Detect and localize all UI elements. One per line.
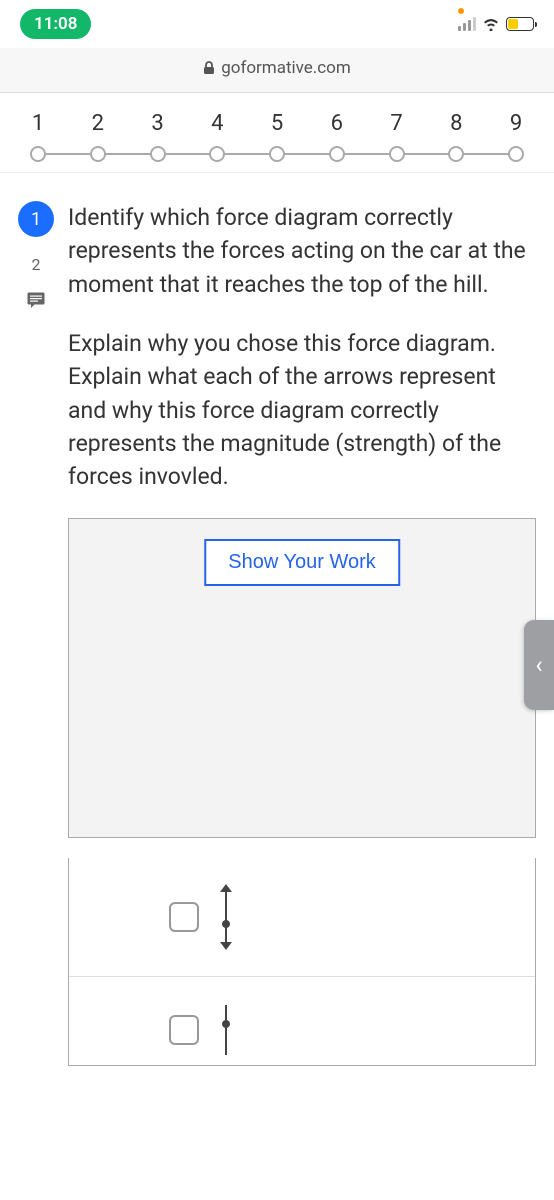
step-8[interactable]: 8 [448, 111, 464, 162]
battery-icon [506, 17, 534, 31]
step-num: 6 [331, 111, 343, 136]
status-right [458, 17, 534, 31]
step-5[interactable]: 5 [269, 111, 285, 162]
step-7[interactable]: 7 [389, 111, 405, 162]
step-num: 7 [390, 111, 402, 136]
comment-icon[interactable] [27, 292, 45, 308]
side-expand-tab[interactable]: ‹ [524, 620, 554, 710]
step-4[interactable]: 4 [209, 111, 225, 162]
step-circle-icon [90, 146, 106, 162]
step-3[interactable]: 3 [150, 111, 166, 162]
step-num: 4 [211, 111, 223, 136]
question-number-badge: 1 [18, 201, 54, 237]
step-circle-icon [329, 146, 345, 162]
step-circle-icon [150, 146, 166, 162]
progress-nav: 1 2 3 4 5 6 7 8 9 [0, 93, 554, 173]
show-your-work-button[interactable]: Show Your Work [204, 539, 400, 586]
step-2[interactable]: 2 [90, 111, 106, 162]
step-num: 8 [450, 111, 462, 136]
force-diagram-1-icon [223, 886, 229, 948]
step-circle-icon [30, 146, 46, 162]
lock-icon [203, 61, 215, 75]
wifi-icon [482, 17, 500, 31]
answer-options [68, 858, 536, 1066]
question-prompt: Identify which force diagram correctly r… [68, 201, 536, 301]
step-circle-icon [508, 146, 524, 162]
question-main: Identify which force diagram correctly r… [68, 201, 536, 838]
status-bar: 11:08 [0, 0, 554, 48]
force-diagram-2-icon [223, 1005, 229, 1055]
option-2[interactable] [69, 977, 535, 1065]
step-circle-icon [269, 146, 285, 162]
step-circle-icon [209, 146, 225, 162]
url-bar[interactable]: goformative.com [0, 48, 554, 93]
step-1[interactable]: 1 [30, 111, 46, 162]
step-num: 1 [32, 111, 44, 136]
cellular-icon [458, 17, 476, 31]
step-9[interactable]: 9 [508, 111, 524, 162]
recording-dot-icon [458, 8, 464, 14]
time-pill: 11:08 [20, 9, 91, 39]
points-value: 2 [32, 255, 41, 274]
question-side-col: 1 2 [18, 201, 54, 838]
content: 1 2 Identify which force diagram correct… [0, 173, 554, 858]
checkbox[interactable] [169, 902, 199, 932]
step-num: 2 [92, 111, 104, 136]
chevron-left-icon: ‹ [535, 651, 542, 679]
step-6[interactable]: 6 [329, 111, 345, 162]
step-circle-icon [448, 146, 464, 162]
step-num: 3 [151, 111, 163, 136]
work-area[interactable]: Show Your Work [68, 518, 536, 838]
checkbox[interactable] [169, 1015, 199, 1045]
option-1[interactable] [69, 858, 535, 977]
step-circle-icon [389, 146, 405, 162]
question-explain: Explain why you chose this force diagram… [68, 327, 536, 494]
url-text: goformative.com [221, 58, 351, 78]
step-num: 5 [271, 111, 283, 136]
step-num: 9 [510, 111, 522, 136]
